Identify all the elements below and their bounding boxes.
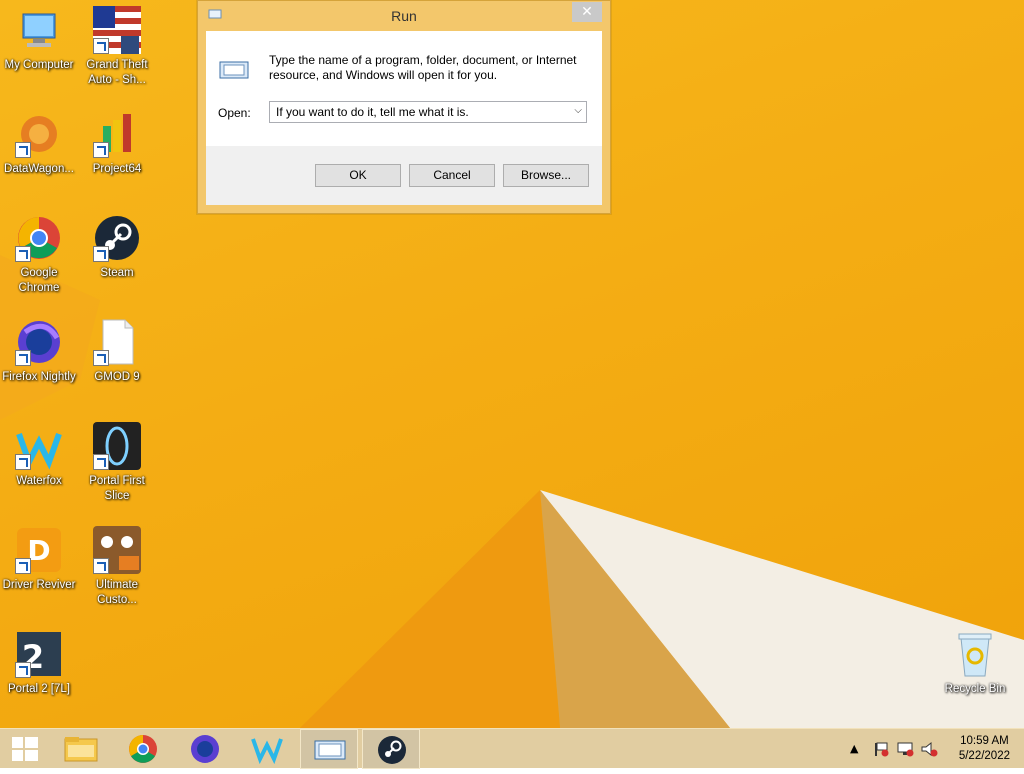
steam-icon — [378, 736, 406, 764]
icon-label: Steam — [100, 267, 134, 279]
shortcut-arrow-icon — [15, 350, 31, 366]
gmod-9-shortcut[interactable]: GMOD 9 — [78, 318, 156, 385]
shortcut-arrow-icon — [93, 558, 109, 574]
shortcut-arrow-icon — [93, 142, 109, 158]
file-explorer-button[interactable] — [52, 729, 110, 769]
dialog-body: Type the name of a program, folder, docu… — [206, 31, 602, 205]
steam-icon — [93, 214, 141, 262]
clock-time: 10:59 AM — [960, 735, 1009, 747]
icon-label: Google Chrome — [18, 267, 60, 294]
shortcut-arrow-icon — [93, 454, 109, 470]
firefox-nightly-taskbar-button[interactable] — [176, 729, 234, 769]
network-icon[interactable] — [896, 741, 914, 757]
computer-icon — [15, 6, 63, 54]
steam-taskbar-button[interactable] — [362, 729, 420, 769]
open-combobox[interactable]: If you want to do it, tell me what it is… — [269, 101, 587, 123]
portal-first-slice-shortcut[interactable]: Portal First Slice — [78, 422, 156, 504]
icon-label: Portal 2 [7L] — [7, 683, 70, 695]
dialog-description: Type the name of a program, folder, docu… — [269, 53, 577, 82]
firefox-nightly-shortcut[interactable]: Firefox Nightly — [0, 318, 78, 385]
icon-label: Project64 — [92, 163, 142, 175]
project64-shortcut[interactable]: Project64 — [78, 110, 156, 177]
clock[interactable]: 10:59 AM 5/22/2022 — [959, 734, 1010, 764]
portal-2-shortcut[interactable]: 2 Portal 2 [7L] — [0, 630, 78, 697]
flag-icon — [93, 6, 141, 54]
run-dialog: Run ✕ Type the name of a program, folder… — [197, 0, 611, 214]
firefox-nightly-icon — [191, 735, 219, 763]
chrome-taskbar-button[interactable] — [114, 729, 172, 769]
portal-2-icon: 2 — [15, 630, 63, 678]
run-program-icon — [219, 61, 249, 79]
ultimate-custom-icon — [93, 526, 141, 574]
google-chrome-shortcut[interactable]: Google Chrome — [0, 214, 78, 296]
run-titlebar[interactable]: Run ✕ — [198, 1, 610, 31]
volume-muted-icon[interactable] — [920, 741, 938, 757]
waterfox-icon — [251, 738, 283, 765]
chrome-icon — [129, 735, 157, 763]
recycle-bin-icon — [951, 630, 999, 678]
shortcut-arrow-icon — [93, 38, 109, 54]
my-computer-shortcut[interactable]: My Computer — [0, 6, 78, 73]
datawagon-shortcut[interactable]: DataWagon... — [0, 110, 78, 177]
driver-reviver-shortcut[interactable]: D Driver Reviver — [0, 526, 78, 593]
gta-shortcut[interactable]: Grand Theft Auto - Sh... — [78, 6, 156, 88]
desktop: My Computer DataWagon... Google Chrome F… — [0, 0, 1024, 728]
dialog-content: Type the name of a program, folder, docu… — [206, 31, 602, 146]
shortcut-arrow-icon — [93, 246, 109, 262]
close-button[interactable]: ✕ — [572, 2, 602, 22]
shortcut-arrow-icon — [15, 558, 31, 574]
steam-shortcut[interactable]: Steam — [78, 214, 156, 281]
icon-label: Driver Reviver — [2, 579, 76, 591]
clock-date: 5/22/2022 — [958, 750, 1010, 762]
shortcut-arrow-icon — [93, 350, 109, 366]
icon-label: My Computer — [4, 59, 74, 71]
shortcut-arrow-icon — [15, 246, 31, 262]
waterfox-taskbar-button[interactable] — [238, 729, 296, 769]
run-taskbar-button[interactable] — [300, 729, 358, 769]
chrome-icon — [15, 214, 63, 262]
ultimate-custom-shortcut[interactable]: Ultimate Custo... — [78, 526, 156, 608]
portal-icon — [93, 422, 141, 470]
blank-file-icon — [93, 318, 141, 366]
project64-icon — [93, 110, 141, 158]
icon-label: Recycle Bin — [944, 683, 1006, 695]
datawagon-icon — [15, 110, 63, 158]
icon-label: Grand Theft Auto - Sh... — [86, 59, 148, 86]
icon-label: Portal First Slice — [89, 475, 145, 502]
recycle-bin[interactable]: Recycle Bin — [936, 630, 1014, 697]
shortcut-arrow-icon — [15, 142, 31, 158]
waterfox-icon — [15, 422, 63, 470]
open-label: Open: — [218, 106, 251, 120]
icon-label: GMOD 9 — [94, 371, 140, 383]
icon-label: Ultimate Custo... — [95, 579, 139, 606]
ok-button[interactable]: OK — [315, 164, 401, 187]
driver-reviver-icon: D — [15, 526, 63, 574]
icon-label: Firefox Nightly — [2, 371, 76, 383]
shortcut-arrow-icon — [15, 662, 31, 678]
action-center-flag-icon[interactable] — [872, 741, 890, 757]
chevron-down-icon[interactable]: ⌵ — [574, 105, 582, 116]
shortcut-arrow-icon — [15, 454, 31, 470]
folder-icon — [64, 737, 98, 762]
run-icon — [314, 740, 346, 760]
cancel-button[interactable]: Cancel — [409, 164, 495, 187]
windows-logo-icon — [12, 737, 38, 761]
open-input[interactable]: If you want to do it, tell me what it is… — [276, 105, 469, 119]
icon-label: Waterfox — [16, 475, 62, 487]
taskbar: ▲ 10:59 AM 5/22/2022 — [0, 728, 1024, 769]
waterfox-shortcut[interactable]: Waterfox — [0, 422, 78, 489]
firefox-nightly-icon — [15, 318, 63, 366]
start-button[interactable] — [0, 729, 50, 769]
show-hidden-icons-icon[interactable]: ▲ — [850, 742, 858, 755]
dialog-title: Run — [391, 8, 417, 24]
browse-button[interactable]: Browse... — [503, 164, 589, 187]
icon-label: DataWagon... — [4, 163, 74, 175]
